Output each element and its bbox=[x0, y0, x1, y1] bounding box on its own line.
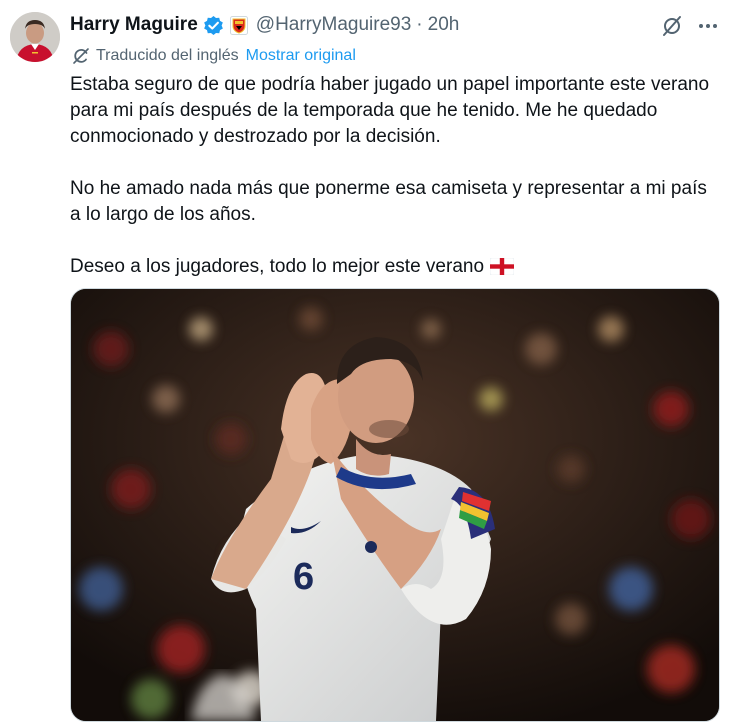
avatar-image bbox=[10, 12, 60, 62]
tweet-timestamp[interactable]: 20h bbox=[428, 14, 460, 36]
avatar[interactable] bbox=[10, 12, 60, 62]
more-options-icon[interactable] bbox=[696, 14, 720, 38]
tweet-line: No he amado nada más que ponerme esa cam… bbox=[70, 178, 707, 199]
paragraph-spacer bbox=[70, 228, 730, 254]
translated-from-label: Traducido del inglés bbox=[96, 47, 239, 64]
player-photo: 6 bbox=[71, 289, 719, 721]
paragraph-spacer bbox=[70, 150, 730, 176]
author-handle[interactable]: @HarryMaguire93 bbox=[256, 14, 412, 36]
tweet-line-final: Deseo a los jugadores, todo lo mejor est… bbox=[70, 254, 730, 280]
england-flag-emoji bbox=[490, 258, 515, 275]
header-separator: · bbox=[416, 14, 423, 35]
tweet-line: Estaba seguro de que podría haber jugado… bbox=[70, 74, 710, 95]
tweet-line: Deseo a los jugadores, todo lo mejor est… bbox=[70, 256, 485, 277]
tweet-card: Harry Maguire @HarryMaguire93 · 20h Trad… bbox=[0, 0, 749, 724]
tweet-media-photo[interactable]: 6 bbox=[70, 288, 720, 722]
tweet-header: Harry Maguire @HarryMaguire93 · 20h bbox=[70, 12, 459, 38]
translate-icon bbox=[73, 48, 89, 64]
shirt-number: 6 bbox=[293, 556, 314, 598]
show-original-link[interactable]: Mostrar original bbox=[246, 47, 356, 65]
author-name[interactable]: Harry Maguire bbox=[70, 14, 198, 36]
grok-icon[interactable] bbox=[660, 14, 684, 38]
tweet-line: conmocionado y destrozado por la decisió… bbox=[70, 126, 441, 147]
manchester-united-crest-icon[interactable] bbox=[229, 15, 248, 35]
tweet-line: para mi país después de la temporada que… bbox=[70, 100, 658, 121]
tweet-text: Estaba seguro de que podría haber jugado… bbox=[70, 72, 730, 280]
tweet-line: a lo largo de los años. bbox=[70, 204, 256, 225]
verified-badge-icon[interactable] bbox=[203, 15, 224, 36]
translation-bar: Traducido del inglés Mostrar original bbox=[72, 47, 356, 65]
